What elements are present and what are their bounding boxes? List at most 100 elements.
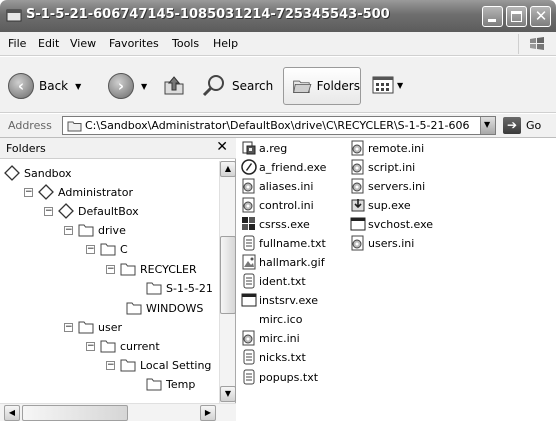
tree-label: WINDOWS [146, 301, 204, 315]
tree-vertical-scrollbar[interactable]: ▲ ▼ [219, 161, 236, 403]
menu-edit[interactable]: Edit [38, 37, 59, 50]
collapse-icon[interactable]: − [44, 206, 53, 216]
tree-node-user[interactable]: − user [64, 318, 122, 336]
scroll-down-icon[interactable]: ▼ [220, 386, 236, 402]
minimize-button[interactable] [482, 6, 503, 27]
sandbox-icon [38, 184, 54, 200]
address-path: C:\Sandbox\Administrator\DefaultBox\driv… [85, 119, 470, 132]
forward-button[interactable]: › ▼ [108, 69, 147, 103]
file-name: control.ini [259, 198, 314, 212]
close-button[interactable]: ✕ [530, 6, 551, 27]
exe-icon [241, 159, 257, 175]
minimize-icon [488, 19, 496, 22]
file-item[interactable]: a_friend.exe [241, 158, 326, 176]
file-item[interactable]: fullname.txt [241, 234, 326, 252]
scroll-left-icon[interactable]: ◀ [4, 405, 20, 421]
tree-node-recycler[interactable]: − RECYCLER [106, 260, 197, 278]
tree-node-temp[interactable]: Temp [146, 375, 195, 393]
file-item[interactable]: instsrv.exe [241, 291, 318, 309]
file-item[interactable]: aliases.ini [241, 177, 313, 195]
menu-tools[interactable]: Tools [172, 37, 199, 50]
file-name: instsrv.exe [259, 293, 318, 307]
title-bar[interactable]: S-1-5-21-606747145-1085031214-725345543-… [0, 0, 556, 32]
file-item[interactable]: ident.txt [241, 272, 306, 290]
hscroll-thumb[interactable] [22, 405, 128, 421]
folder-icon [146, 282, 162, 295]
file-item[interactable]: nicks.txt [241, 348, 306, 366]
file-item[interactable]: servers.ini [350, 177, 425, 195]
forward-arrow-icon: › [108, 73, 134, 99]
exe-icon [242, 217, 255, 230]
close-pane-icon[interactable]: ✕ [216, 139, 228, 155]
tree-node-sandbox[interactable]: Sandbox [4, 164, 72, 182]
collapse-icon[interactable]: − [64, 225, 73, 235]
tree-label: Sandbox [24, 166, 72, 180]
tree-node-administrator[interactable]: − Administrator [24, 183, 133, 201]
file-item[interactable]: sup.exe [350, 196, 411, 214]
menu-file[interactable]: File [8, 37, 26, 50]
folders-button[interactable]: Folders [283, 67, 361, 105]
search-button[interactable]: Search [201, 69, 273, 103]
menu-help[interactable]: Help [213, 37, 238, 50]
back-button[interactable]: ‹ Back ▼ [8, 69, 81, 103]
tree-node-s-1-5-21[interactable]: S-1-5-21 [146, 279, 213, 297]
file-item[interactable]: svchost.exe [350, 215, 433, 233]
tree-node-drive[interactable]: − drive [64, 221, 126, 239]
forward-dropdown-icon[interactable]: ▼ [141, 82, 147, 91]
window-exe-icon [350, 217, 366, 231]
ini-icon [242, 330, 255, 346]
scroll-thumb[interactable] [220, 236, 236, 314]
collapse-icon[interactable]: − [106, 264, 115, 274]
views-button[interactable]: ▼ [372, 70, 403, 100]
scroll-up-icon[interactable]: ▲ [220, 161, 236, 177]
collapse-icon[interactable]: − [106, 360, 115, 370]
collapse-icon[interactable]: − [24, 187, 33, 197]
tree-label: S-1-5-21 [166, 281, 213, 295]
back-arrow-icon: ‹ [8, 73, 34, 99]
file-item[interactable]: mirc.ico [241, 310, 302, 328]
menu-favorites[interactable]: Favorites [109, 37, 159, 50]
file-item[interactable]: mirc.ini [241, 329, 300, 347]
file-name: sup.exe [368, 198, 411, 212]
menu-view[interactable]: View [70, 37, 96, 50]
ini-icon [351, 178, 364, 194]
registry-file-icon [242, 141, 256, 155]
ini-icon [351, 159, 364, 175]
tree-node-local-settings[interactable]: − Local Setting [106, 356, 211, 374]
folder-icon [100, 243, 116, 256]
file-item[interactable]: remote.ini [350, 139, 424, 157]
folder-icon [78, 321, 94, 334]
views-icon [372, 76, 394, 94]
file-item[interactable]: script.ini [350, 158, 415, 176]
setup-exe-icon [351, 199, 365, 212]
collapse-icon[interactable]: − [86, 341, 95, 351]
tree-horizontal-scrollbar[interactable]: ◀ ▶ [0, 403, 236, 421]
file-item[interactable]: popups.txt [241, 368, 318, 386]
collapse-icon[interactable]: − [64, 322, 73, 332]
file-item[interactable]: control.ini [241, 196, 314, 214]
scroll-right-icon[interactable]: ▶ [200, 405, 216, 421]
file-item[interactable]: csrss.exe [241, 215, 310, 233]
search-icon [202, 75, 224, 97]
ini-icon [242, 197, 255, 213]
file-item[interactable]: hallmark.gif [241, 253, 325, 271]
address-input[interactable]: C:\Sandbox\Administrator\DefaultBox\driv… [62, 116, 496, 135]
tree-node-windows[interactable]: WINDOWS [126, 299, 203, 317]
go-button[interactable]: ➔ Go [503, 117, 541, 134]
maximize-button[interactable] [506, 6, 527, 27]
address-dropdown-button[interactable]: ▼ [480, 117, 495, 134]
back-dropdown-icon[interactable]: ▼ [75, 82, 81, 91]
tree-node-defaultbox[interactable]: − DefaultBox [44, 202, 139, 220]
file-item[interactable]: a.reg [241, 139, 287, 157]
collapse-icon[interactable]: − [86, 244, 95, 254]
text-file-icon [243, 273, 255, 289]
tree-label: Administrator [58, 185, 133, 199]
tree-node-c[interactable]: − C [86, 240, 128, 258]
ini-icon [242, 178, 255, 194]
up-folder-button[interactable] [162, 69, 186, 103]
file-item[interactable]: users.ini [350, 234, 414, 252]
folder-icon [67, 121, 82, 132]
tree-node-current[interactable]: − current [86, 337, 160, 355]
tree-label: C [120, 242, 128, 256]
file-name: remote.ini [368, 141, 425, 155]
